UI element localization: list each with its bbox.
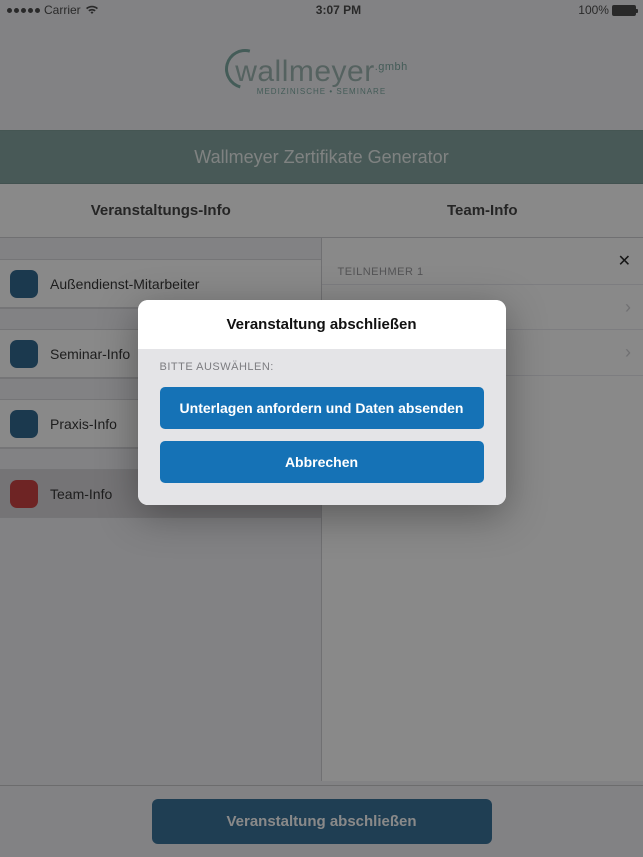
- submit-documents-button[interactable]: Unterlagen anfordern und Daten absenden: [160, 387, 484, 429]
- dialog-body: BITTE AUSWÄHLEN: Unterlagen anfordern un…: [138, 349, 506, 505]
- action-sheet: Veranstaltung abschließen BITTE AUSWÄHLE…: [138, 300, 506, 505]
- dialog-prompt: BITTE AUSWÄHLEN:: [160, 361, 484, 373]
- cancel-button[interactable]: Abbrechen: [160, 441, 484, 483]
- modal-overlay[interactable]: Veranstaltung abschließen BITTE AUSWÄHLE…: [0, 0, 643, 857]
- dialog-title: Veranstaltung abschließen: [138, 300, 506, 349]
